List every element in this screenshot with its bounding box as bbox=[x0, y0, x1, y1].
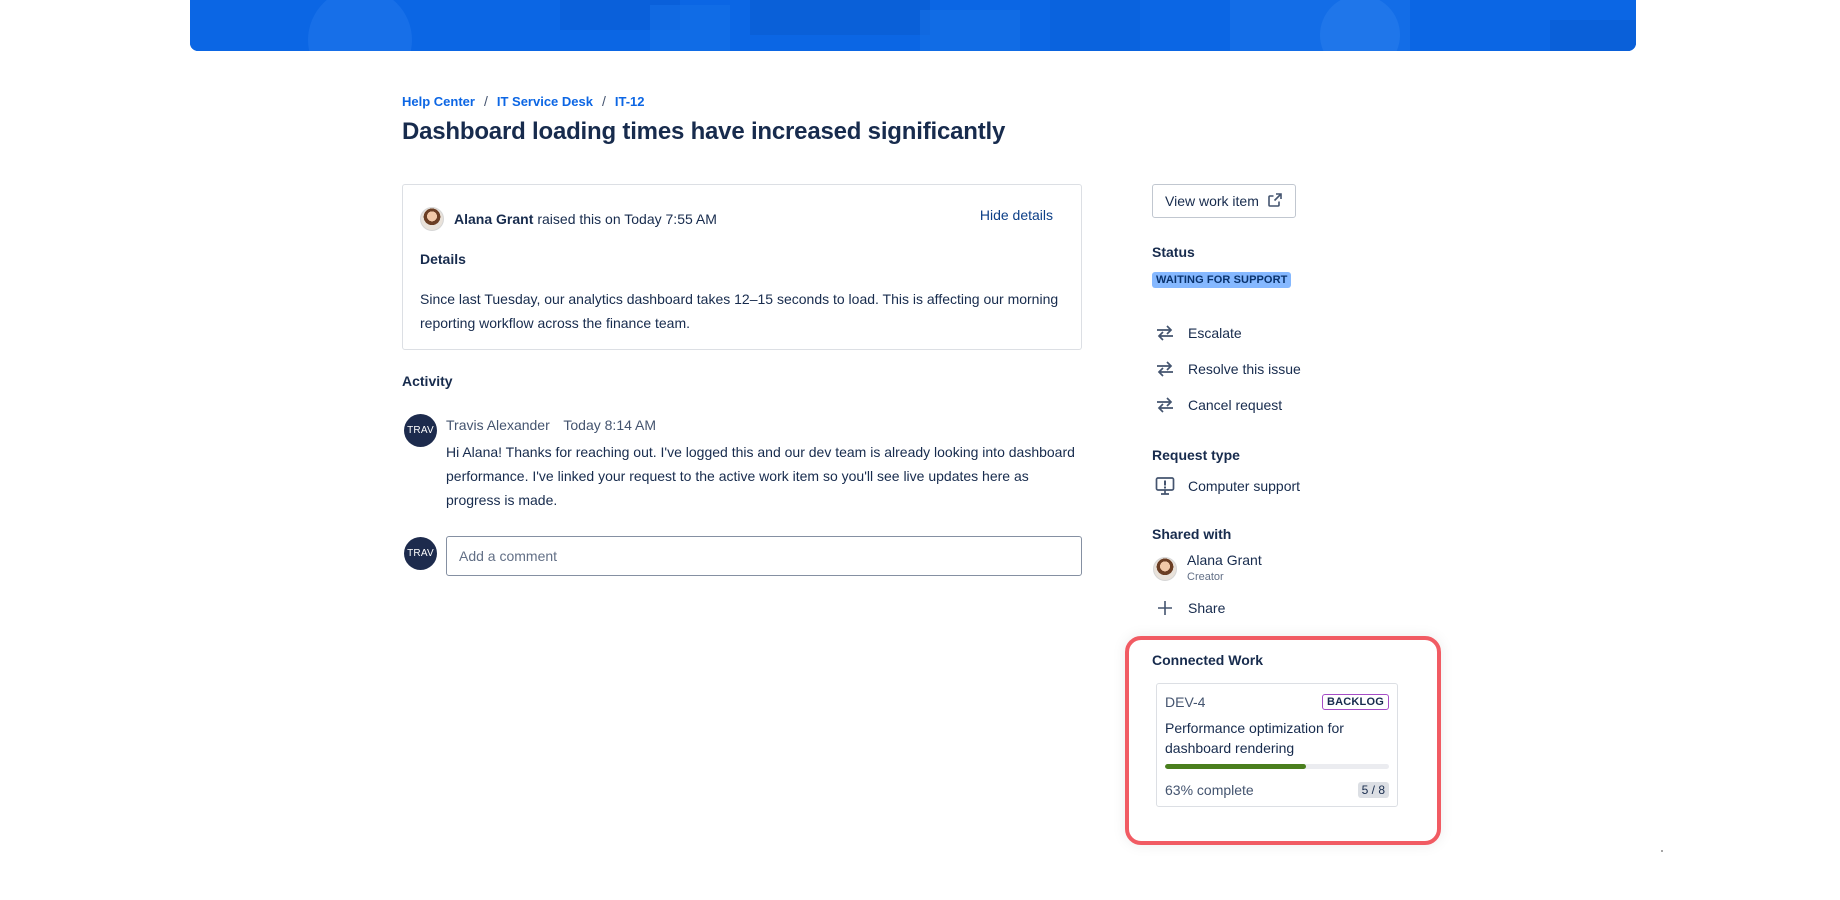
comment-author: Travis Alexander bbox=[446, 417, 550, 433]
request-type-heading: Request type bbox=[1152, 447, 1240, 463]
transition-icon bbox=[1154, 324, 1176, 342]
cancel-request-label: Cancel request bbox=[1188, 397, 1283, 413]
shared-user: Alana Grant Creator bbox=[1153, 552, 1262, 583]
progress-bar bbox=[1165, 764, 1389, 769]
shared-user-name: Alana Grant bbox=[1187, 552, 1262, 568]
shared-with-heading: Shared with bbox=[1152, 526, 1232, 542]
progress-label: 63% complete bbox=[1165, 782, 1254, 798]
resolve-issue-action[interactable]: Resolve this issue bbox=[1154, 360, 1301, 378]
shared-user-role: Creator bbox=[1187, 571, 1224, 583]
activity-heading: Activity bbox=[402, 373, 453, 389]
reporter-avatar bbox=[420, 207, 444, 231]
cancel-request-action[interactable]: Cancel request bbox=[1154, 396, 1282, 414]
header-banner bbox=[190, 0, 1636, 51]
breadcrumb-issue-key[interactable]: IT-12 bbox=[615, 94, 645, 109]
comment-author-avatar: TRAV bbox=[404, 414, 437, 447]
status-badge: WAITING FOR SUPPORT bbox=[1152, 272, 1292, 288]
breadcrumb-separator: / bbox=[601, 93, 606, 109]
plus-icon bbox=[1154, 599, 1176, 617]
transition-icon bbox=[1154, 396, 1176, 414]
request-details-card: Alana Grant raised this on Today 7:55 AM… bbox=[402, 184, 1082, 350]
breadcrumb-separator: / bbox=[483, 93, 488, 109]
reporter-row: Alana Grant raised this on Today 7:55 AM bbox=[420, 207, 717, 231]
work-item-title: Performance optimization for dashboard r… bbox=[1165, 720, 1344, 756]
work-item-key: DEV-4 bbox=[1165, 694, 1206, 710]
decorative-dot bbox=[1661, 850, 1663, 852]
breadcrumb-help-center[interactable]: Help Center bbox=[402, 94, 475, 109]
comment-body: Hi Alana! Thanks for reaching out. I've … bbox=[446, 444, 1075, 508]
computer-support-icon bbox=[1154, 477, 1176, 495]
breadcrumb: Help Center / IT Service Desk / IT-12 bbox=[402, 93, 645, 109]
raised-timestamp: raised this on Today 7:55 AM bbox=[537, 211, 717, 227]
add-comment-input[interactable] bbox=[446, 536, 1082, 576]
escalate-label: Escalate bbox=[1188, 325, 1242, 341]
view-work-item-label: View work item bbox=[1165, 193, 1259, 209]
transition-icon bbox=[1154, 360, 1176, 378]
share-button[interactable]: Share bbox=[1154, 599, 1225, 617]
shared-user-avatar bbox=[1153, 557, 1177, 581]
comment-timestamp: Today 8:14 AM bbox=[563, 417, 657, 433]
external-link-icon bbox=[1267, 192, 1283, 211]
comment-meta: Travis Alexander Today 8:14 AM bbox=[446, 417, 656, 433]
work-status-badge: BACKLOG bbox=[1321, 694, 1389, 710]
banner-pattern bbox=[190, 0, 1636, 51]
request-type-row: Computer support bbox=[1154, 477, 1300, 495]
composer-avatar: TRAV bbox=[404, 537, 437, 570]
connected-work-card[interactable]: DEV-4 BACKLOG Performance optimization f… bbox=[1156, 683, 1398, 807]
view-work-item-button[interactable]: View work item bbox=[1152, 184, 1296, 218]
page-title: Dashboard loading times have increased s… bbox=[402, 118, 1006, 145]
progress-count: 5 / 8 bbox=[1357, 782, 1389, 798]
share-label: Share bbox=[1188, 600, 1226, 616]
reporter-name: Alana Grant bbox=[454, 211, 534, 227]
status-heading: Status bbox=[1152, 244, 1195, 260]
resolve-issue-label: Resolve this issue bbox=[1188, 361, 1301, 377]
hide-details-button[interactable]: Hide details bbox=[980, 207, 1053, 223]
request-type-value: Computer support bbox=[1188, 478, 1301, 494]
connected-work-heading: Connected Work bbox=[1152, 652, 1263, 668]
details-heading: Details bbox=[420, 251, 466, 267]
progress-fill bbox=[1165, 764, 1307, 769]
details-description: Since last Tuesday, our analytics dashbo… bbox=[420, 291, 1059, 331]
escalate-action[interactable]: Escalate bbox=[1154, 324, 1242, 342]
breadcrumb-service-desk[interactable]: IT Service Desk bbox=[497, 94, 593, 109]
